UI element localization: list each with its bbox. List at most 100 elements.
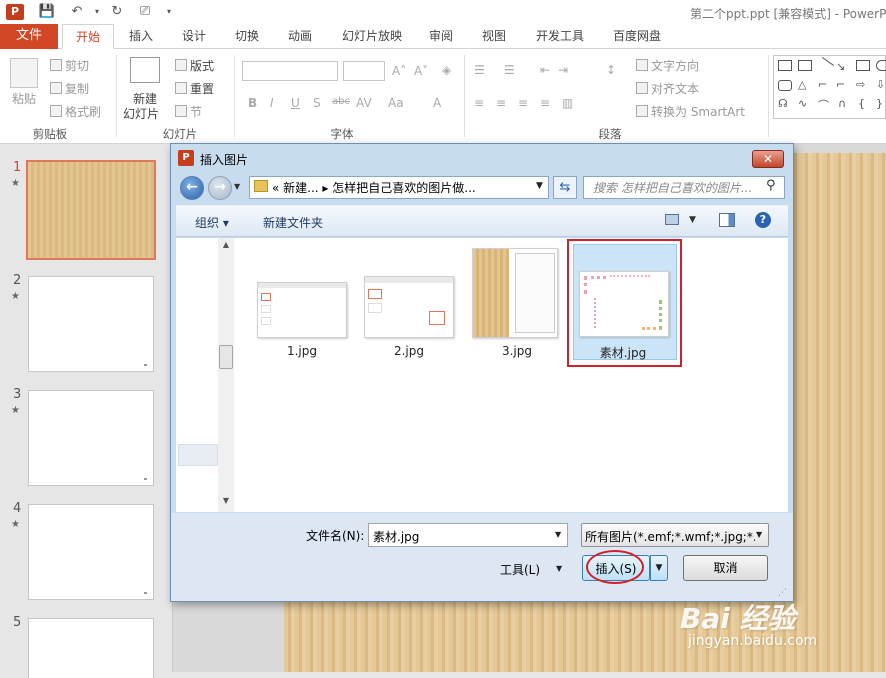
bold-button[interactable]: B [248, 96, 257, 110]
file-type-dropdown-icon[interactable]: ▼ [756, 530, 762, 539]
section-button[interactable]: 节 [175, 103, 202, 120]
tools-menu[interactable]: 工具(L) [500, 561, 540, 578]
change-view-icon[interactable] [665, 214, 679, 225]
clear-format-icon[interactable]: ◈ [442, 63, 451, 77]
right-arrow-shape-icon[interactable]: ⇨ [856, 78, 865, 91]
tools-dropdown-icon[interactable]: ▼ [556, 564, 562, 573]
present-icon[interactable]: ⎚ [136, 3, 154, 21]
text-direction-button[interactable]: 文字方向 [636, 57, 699, 74]
slide-thumbnail-5[interactable] [28, 618, 154, 678]
align-center-icon[interactable]: ≡ [496, 96, 506, 110]
arrow-shape-icon[interactable]: ↘ [836, 60, 845, 73]
down-arrow-shape-icon[interactable]: ⇩ [876, 78, 885, 91]
navigation-item[interactable] [178, 444, 218, 466]
scroll-down-icon[interactable]: ▼ [218, 496, 234, 508]
filename-dropdown-icon[interactable]: ▼ [555, 530, 561, 539]
new-folder-button[interactable]: 新建文件夹 [263, 214, 323, 231]
tab-view[interactable]: 视图 [474, 24, 514, 49]
arc-shape-icon[interactable]: ⌒ [818, 97, 829, 113]
textbox-vertical-shape-icon[interactable] [798, 60, 812, 71]
save-icon[interactable]: 💾 [38, 3, 56, 21]
tab-transitions[interactable]: 切换 [227, 24, 267, 49]
shadow-button[interactable]: S [313, 96, 321, 110]
organize-menu[interactable]: 组织 ▾ [195, 214, 229, 231]
reset-button[interactable]: 重置 [175, 80, 214, 97]
scroll-up-icon[interactable]: ▲ [218, 240, 234, 252]
file-type-value[interactable]: 所有图片(*.emf;*.wmf;*.jpg;*.jp [585, 528, 755, 545]
file-item-2[interactable] [364, 276, 454, 338]
new-slide-sub-label[interactable]: 幻灯片 [123, 105, 159, 122]
paste-button[interactable]: 粘贴 [12, 90, 36, 107]
align-text-button[interactable]: 对齐文本 [636, 80, 699, 97]
tab-animations[interactable]: 动画 [280, 24, 320, 49]
tab-slideshow[interactable]: 幻灯片放映 [336, 24, 408, 49]
cancel-button[interactable]: 取消 [683, 555, 768, 581]
textbox-shape-icon[interactable] [778, 60, 792, 71]
tab-design[interactable]: 设计 [174, 24, 214, 49]
dialog-title-bar[interactable] [170, 143, 794, 173]
slide-thumbnail-1[interactable] [26, 160, 156, 260]
freeform-shape-icon[interactable]: ☊ [778, 97, 788, 110]
slide-thumbnail-2[interactable] [28, 276, 154, 372]
tab-review[interactable]: 审阅 [421, 24, 461, 49]
tab-insert[interactable]: 插入 [121, 24, 161, 49]
layout-button[interactable]: 版式 [175, 57, 214, 74]
nav-scrollbar[interactable] [218, 238, 234, 512]
indent-icon[interactable]: ⇤ [540, 63, 550, 77]
tab-developer[interactable]: 开发工具 [530, 24, 590, 49]
align-left-icon[interactable]: ≡ [474, 96, 484, 110]
file-name[interactable]: 2.jpg [364, 344, 454, 358]
copy-button[interactable]: 复制 [50, 80, 89, 97]
strikethrough-button[interactable]: abc [332, 96, 350, 107]
redo-icon[interactable]: ↻ [108, 3, 126, 21]
font-color-button[interactable]: A [433, 96, 441, 110]
tab-baidu-netdisk[interactable]: 百度网盘 [607, 24, 667, 49]
line-spacing-icon[interactable]: ↕ [606, 63, 616, 77]
tab-file[interactable]: 文件 [0, 24, 58, 49]
scroll-thumb[interactable] [219, 345, 233, 369]
customize-quick-access-icon[interactable]: ▾ [160, 3, 178, 21]
forward-arrow-icon[interactable]: → [208, 176, 232, 200]
outdent-icon[interactable]: ⇥ [558, 63, 568, 77]
slide-thumbnail-3[interactable] [28, 390, 154, 486]
address-path[interactable]: « 新建... ▸ 怎样把自己喜欢的图片做... [272, 179, 476, 196]
address-dropdown-icon[interactable]: ▼ [536, 181, 543, 191]
font-size-box[interactable] [343, 61, 385, 81]
columns-icon[interactable]: ▥ [562, 96, 573, 110]
undo-dropdown-icon[interactable]: ▾ [88, 3, 106, 21]
change-case-button[interactable]: Aa [388, 96, 404, 110]
shrink-font-icon[interactable]: A˅ [414, 64, 428, 78]
format-painter-button[interactable]: 格式刷 [50, 103, 101, 120]
tab-home[interactable]: 开始 [62, 24, 114, 49]
grow-font-icon[interactable]: A˄ [392, 64, 406, 78]
char-spacing-button[interactable]: AV [356, 96, 372, 110]
elbow-connector-icon[interactable]: ⌐ [818, 78, 827, 91]
align-right-icon[interactable]: ≡ [518, 96, 528, 110]
new-slide-icon[interactable] [130, 57, 160, 83]
wave-shape-icon[interactable]: ∩ [838, 97, 846, 110]
help-icon[interactable]: ? [755, 212, 771, 228]
oval-shape-icon[interactable] [876, 60, 886, 71]
brace-shape-icon[interactable]: { [858, 97, 865, 110]
file-name[interactable]: 3.jpg [472, 344, 562, 358]
recent-locations-dropdown-icon[interactable]: ▼ [234, 182, 240, 191]
preview-pane-icon[interactable] [719, 213, 735, 227]
file-item-3[interactable] [472, 248, 558, 338]
refresh-icon[interactable]: ⇆ [553, 176, 577, 199]
font-name-box[interactable] [242, 61, 338, 81]
paste-icon[interactable] [10, 58, 38, 88]
bullets-icon[interactable]: ☰ [474, 63, 485, 77]
file-name[interactable]: 1.jpg [257, 344, 347, 358]
cut-button[interactable]: 剪切 [50, 57, 89, 74]
slide-thumbnail-4[interactable] [28, 504, 154, 600]
numbering-icon[interactable]: ☰ [504, 63, 515, 77]
filename-value[interactable]: 素材.jpg [373, 528, 419, 545]
triangle-shape-icon[interactable]: △ [798, 78, 806, 91]
brace-right-shape-icon[interactable]: } [876, 97, 883, 110]
file-item-1[interactable] [257, 282, 347, 338]
curve-shape-icon[interactable]: ∿ [798, 97, 807, 110]
back-arrow-icon[interactable]: ← [180, 176, 204, 200]
connector-icon[interactable]: ⌐ [836, 78, 845, 91]
rectangle-shape-icon[interactable] [856, 60, 870, 71]
undo-icon[interactable]: ↶ [68, 3, 86, 21]
